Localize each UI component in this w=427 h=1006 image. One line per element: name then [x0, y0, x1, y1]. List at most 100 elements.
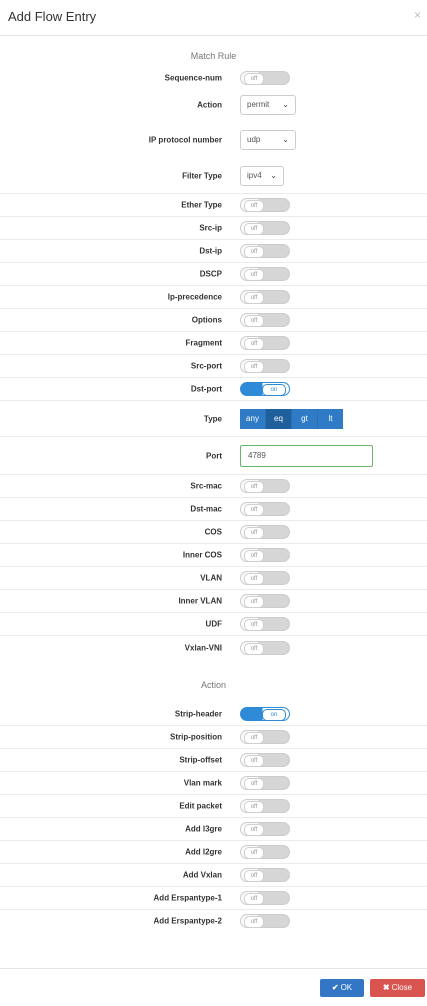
- cos-toggle[interactable]: off: [240, 525, 290, 539]
- add-l3gre-toggle[interactable]: off: [240, 822, 290, 836]
- toggle-knob: off: [244, 246, 264, 258]
- add-erspantype-2-toggle[interactable]: off: [240, 914, 290, 928]
- row-add-erspantype-1: Add Erspantype-1 off: [0, 886, 427, 909]
- options-toggle[interactable]: off: [240, 313, 290, 327]
- row-dst-mac: Dst-mac off: [0, 497, 427, 520]
- ip-protocol-value: udp: [247, 135, 261, 144]
- modal-header: Add Flow Entry ×: [0, 0, 427, 36]
- action-select[interactable]: permit ⌄: [240, 95, 296, 115]
- dscp-label: DSCP: [199, 269, 222, 279]
- chevron-down-icon: ⌄: [282, 135, 289, 144]
- udf-toggle[interactable]: off: [240, 617, 290, 631]
- ip-protocol-select[interactable]: udp ⌄: [240, 130, 296, 150]
- modal-title: Add Flow Entry: [8, 9, 97, 24]
- type-option-eq[interactable]: eq: [266, 408, 292, 429]
- vlan-mark-toggle[interactable]: off: [240, 776, 290, 790]
- row-inner-vlan: Inner VLAN off: [0, 589, 427, 612]
- row-vlan-mark: Vlan mark off: [0, 771, 427, 794]
- row-inner-cos: Inner COS off: [0, 543, 427, 566]
- ok-button[interactable]: ✔ OK: [320, 979, 364, 997]
- row-fragment: Fragment off: [0, 331, 427, 354]
- row-dst-port: Dst-port on: [0, 377, 427, 400]
- toggle-knob: off: [244, 916, 264, 928]
- options-label: Options: [191, 315, 222, 325]
- dst-port-toggle[interactable]: on: [240, 382, 290, 396]
- type-label: Type: [203, 414, 222, 423]
- close-icon[interactable]: ×: [414, 8, 421, 22]
- fragment-toggle[interactable]: off: [240, 336, 290, 350]
- ether-type-toggle[interactable]: off: [240, 198, 290, 212]
- dst-ip-toggle[interactable]: off: [240, 244, 290, 258]
- row-add-l3gre: Add l3gre off: [0, 817, 427, 840]
- strip-header-toggle[interactable]: on: [240, 706, 290, 721]
- toggle-knob: off: [244, 619, 264, 631]
- add-vxlan-label: Add Vxlan: [182, 870, 222, 880]
- toggle-knob: off: [244, 778, 264, 790]
- src-ip-label: Src-ip: [199, 223, 222, 233]
- cos-label: COS: [204, 527, 222, 537]
- ip-precedence-label: Ip-precedence: [167, 292, 222, 302]
- modal-footer: ✔ OK ✖ Close: [0, 968, 427, 1006]
- action-heading: Action: [200, 680, 226, 690]
- ip-precedence-toggle[interactable]: off: [240, 290, 290, 304]
- inner-vlan-toggle[interactable]: off: [240, 594, 290, 608]
- src-port-toggle[interactable]: off: [240, 359, 290, 373]
- toggle-knob: off: [244, 315, 264, 327]
- toggle-knob: off: [244, 550, 264, 562]
- vxlan-vni-toggle[interactable]: off: [240, 641, 290, 655]
- ip-protocol-number-label: IP protocol number: [148, 135, 222, 145]
- vlan-mark-label: Vlan mark: [183, 778, 222, 788]
- filter-type-label: Filter Type: [182, 171, 222, 181]
- strip-position-label: Strip-position: [170, 732, 222, 742]
- type-option-gt[interactable]: gt: [292, 408, 318, 429]
- strip-position-toggle[interactable]: off: [240, 730, 290, 744]
- add-erspantype-1-toggle[interactable]: off: [240, 891, 290, 905]
- strip-header-label: Strip-header: [174, 709, 222, 718]
- match-rule-heading: Match Rule: [190, 51, 237, 61]
- ok-button-label: OK: [340, 983, 353, 992]
- type-option-lt[interactable]: lt: [318, 408, 343, 429]
- type-option-any[interactable]: any: [240, 408, 266, 429]
- toggle-knob: off: [244, 801, 264, 813]
- vlan-toggle[interactable]: off: [240, 571, 290, 585]
- src-port-label: Src-port: [190, 361, 222, 371]
- toggle-knob: off: [244, 824, 264, 836]
- row-port: Port 4789: [0, 436, 427, 474]
- row-edit-packet: Edit packet off: [0, 794, 427, 817]
- close-button-label: Close: [391, 983, 413, 992]
- row-udf: UDF off: [0, 612, 427, 635]
- type-segmented-control: any eq gt lt: [240, 408, 343, 429]
- chevron-down-icon: ⌄: [282, 100, 289, 109]
- sequence-num-toggle[interactable]: off: [240, 71, 290, 85]
- row-cos: COS off: [0, 520, 427, 543]
- row-src-mac: Src-mac off: [0, 474, 427, 497]
- add-erspantype-1-label: Add Erspantype-1: [153, 893, 222, 903]
- row-vxlan-vni: Vxlan-VNI off: [0, 635, 427, 660]
- toggle-knob: off: [244, 755, 264, 767]
- row-ether-type: Ether Type off: [0, 193, 427, 216]
- row-strip-position: Strip-position off: [0, 725, 427, 748]
- src-ip-toggle[interactable]: off: [240, 221, 290, 235]
- toggle-knob: off: [244, 361, 264, 373]
- filter-type-value: ipv4: [247, 171, 262, 180]
- row-dst-ip: Dst-ip off: [0, 239, 427, 262]
- row-ip-protocol-number: IP protocol number udp ⌄: [0, 120, 427, 160]
- toggle-knob: off: [244, 893, 264, 905]
- port-input[interactable]: 4789: [240, 444, 373, 467]
- row-action: Action permit ⌄: [0, 90, 427, 120]
- edit-packet-label: Edit packet: [179, 801, 222, 811]
- edit-packet-toggle[interactable]: off: [240, 799, 290, 813]
- toggle-knob: off: [244, 338, 264, 350]
- strip-offset-toggle[interactable]: off: [240, 753, 290, 767]
- add-l2gre-label: Add l2gre: [185, 847, 222, 857]
- toggle-knob: off: [244, 269, 264, 281]
- add-l2gre-toggle[interactable]: off: [240, 845, 290, 859]
- dscp-toggle[interactable]: off: [240, 267, 290, 281]
- add-vxlan-toggle[interactable]: off: [240, 868, 290, 882]
- filter-type-select[interactable]: ipv4 ⌄: [240, 166, 284, 186]
- inner-cos-toggle[interactable]: off: [240, 548, 290, 562]
- close-button[interactable]: ✖ Close: [370, 979, 425, 997]
- src-mac-toggle[interactable]: off: [240, 479, 290, 493]
- row-filter-type: Filter Type ipv4 ⌄: [0, 160, 427, 192]
- dst-mac-toggle[interactable]: off: [240, 502, 290, 516]
